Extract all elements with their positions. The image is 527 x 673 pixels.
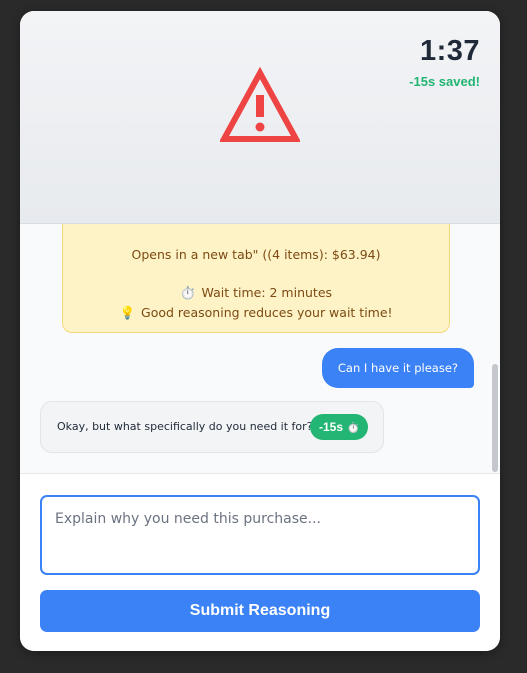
- user-message: Can I have it please?: [321, 348, 474, 388]
- time-saved-label: -15s saved!: [409, 74, 480, 89]
- composer: Submit Reasoning: [20, 473, 500, 651]
- chat-scrollbar[interactable]: [492, 364, 498, 472]
- wait-time-text: Wait time: 2 minutes: [201, 285, 333, 300]
- reasoning-input[interactable]: [40, 495, 480, 575]
- bot-message-text: Okay, but what specifically do you need …: [57, 420, 313, 433]
- modal-header: 1:37 -15s saved!: [20, 11, 500, 224]
- stopwatch-icon: ⏱️: [179, 285, 196, 300]
- bot-message: Okay, but what specifically do you need …: [40, 401, 384, 453]
- chat-log[interactable]: Opens in a new tab" ((4 items): $63.94) …: [20, 224, 500, 473]
- stopwatch-icon: ⏱️: [347, 423, 360, 434]
- warning-triangle-icon: [220, 67, 300, 142]
- time-penalty-badge: -15s ⏱️: [310, 414, 369, 440]
- submit-reasoning-button[interactable]: Submit Reasoning: [40, 590, 480, 632]
- wait-notice: Opens in a new tab" ((4 items): $63.94) …: [62, 224, 450, 333]
- notice-item-summary: Opens in a new tab" ((4 items): $63.94): [131, 247, 381, 262]
- purchase-delay-modal: 1:37 -15s saved! Opens in a new tab" ((4…: [20, 11, 500, 651]
- notice-wait-time: ⏱️ Wait time: 2 minutes: [63, 285, 449, 301]
- notice-tip: 💡 Good reasoning reduces your wait time!: [63, 305, 449, 321]
- lightbulb-icon: 💡: [119, 305, 136, 320]
- penalty-label: -15s: [319, 420, 344, 434]
- tip-text: Good reasoning reduces your wait time!: [141, 305, 393, 320]
- countdown-timer: 1:37: [419, 35, 480, 67]
